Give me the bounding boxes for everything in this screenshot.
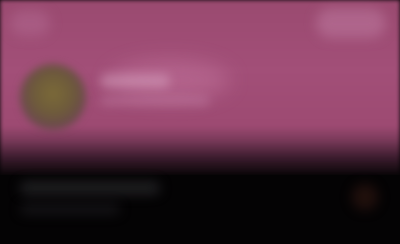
back-icon[interactable] — [10, 10, 50, 36]
app-screen — [0, 0, 400, 244]
profile-subtitle-blurred — [100, 96, 210, 106]
actions-icon[interactable] — [316, 8, 386, 38]
content-text-blurred-2 — [20, 204, 120, 214]
profile-title-blurred — [100, 74, 170, 88]
content-text-blurred-1 — [20, 182, 160, 194]
avatar[interactable] — [20, 64, 86, 130]
menu-icon[interactable] — [352, 184, 378, 210]
